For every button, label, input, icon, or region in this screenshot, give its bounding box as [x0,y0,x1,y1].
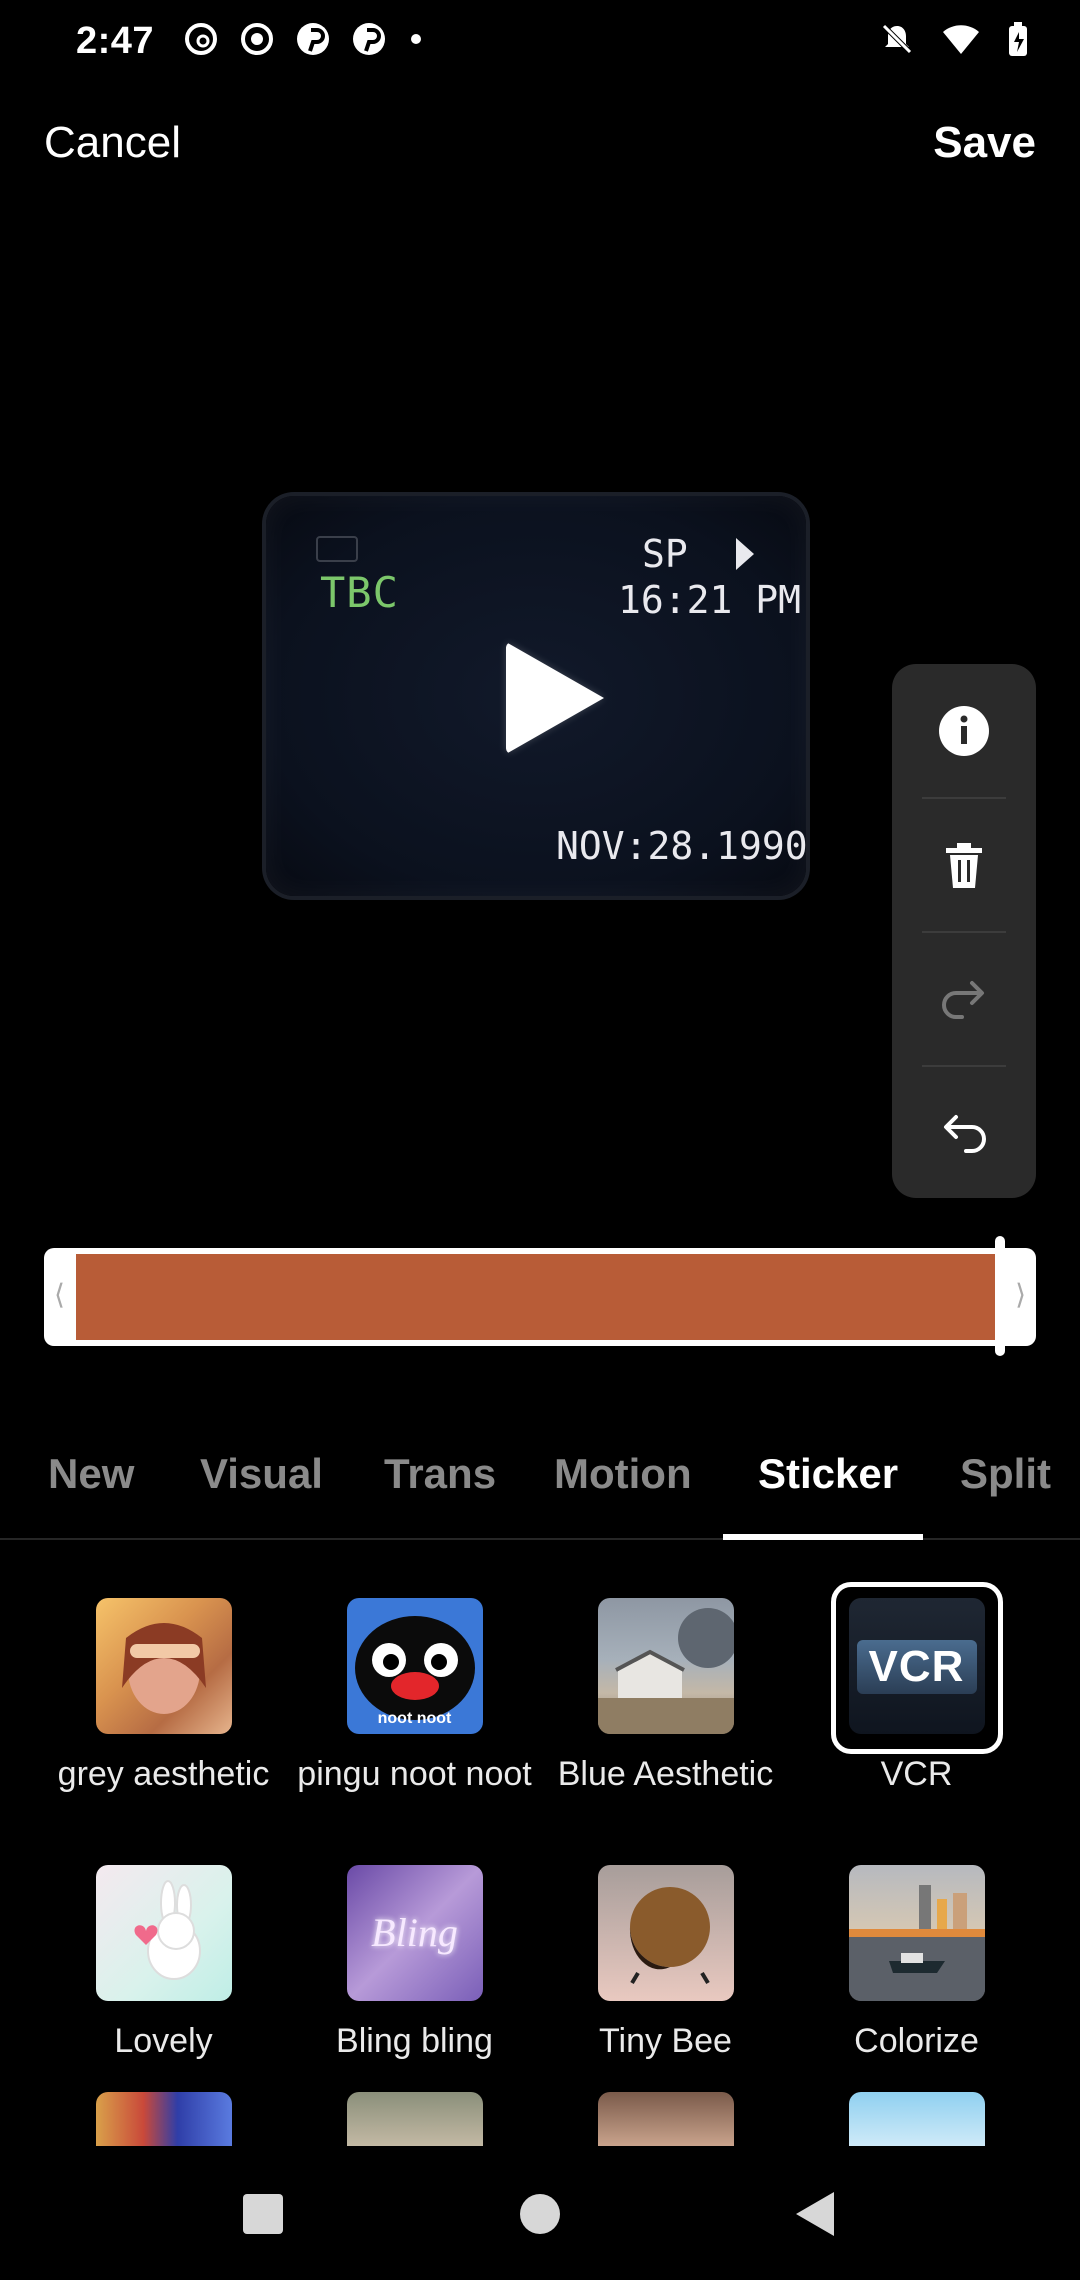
tab-sticker[interactable]: Sticker [758,1450,898,1498]
trim-handle-left[interactable]: ⟨ [54,1278,65,1311]
active-tab-indicator [723,1534,923,1540]
redo-button[interactable] [892,932,1036,1065]
sticker-label: VCR [880,1755,953,1793]
vhs-sp-text: SP [642,532,688,576]
wifi-icon [943,25,979,54]
recents-icon[interactable] [243,2194,283,2234]
cancel-button[interactable]: Cancel [44,118,181,168]
tab-new[interactable]: New [48,1450,134,1498]
bling-thumb-text: Bling [371,1910,458,1955]
sticker-item-grey-aesthetic[interactable]: grey aesthetic [38,1598,289,1794]
sticker-thumb [597,1598,734,1734]
sticker-thumb [597,1865,734,2001]
sticker-item-blue-aesthetic[interactable]: Blue Aesthetic [540,1598,791,1794]
timeline-clip[interactable] [76,1254,1000,1340]
sticker-thumb: noot noot [346,1598,483,1734]
playhead[interactable] [995,1236,1005,1356]
vhs-tbc-text: TBC [320,568,399,617]
status-time: 2:47 [76,20,155,62]
tab-motion[interactable]: Motion [554,1450,692,1498]
status-right-icons [878,20,1030,58]
sticker-label: Blue Aesthetic [557,1755,774,1793]
pinterest-icon [353,23,385,55]
vcr-thumb-text: VCR [868,1642,965,1691]
sticker-item-pingu[interactable]: noot noot pingu noot noot [289,1598,540,1794]
sticker-item-partial[interactable] [598,2092,734,2146]
effects-tabs: New Visual Trans Motion Sticker Split [0,1430,1080,1540]
sticker-thumb [848,1865,985,2001]
info-button[interactable] [892,664,1036,797]
sticker-label: Colorize [854,2022,979,2060]
sticker-label: Lovely [114,2022,213,2060]
tab-trans[interactable]: Trans [384,1450,496,1498]
home-icon[interactable] [520,2194,560,2234]
tool-panel [892,664,1036,1198]
sticker-label: Bling bling [336,2022,493,2060]
sticker-item-colorize[interactable]: Colorize [791,1865,1042,2061]
sticker-item-bling-bling[interactable]: Bling Bling bling [289,1865,540,2061]
sticker-label: pingu noot noot [297,1755,532,1793]
delete-button[interactable] [892,798,1036,931]
save-button[interactable]: Save [933,118,1036,168]
sticker-thumb: Bling [346,1865,483,2001]
back-icon[interactable] [796,2192,834,2236]
sticker-item-vcr[interactable]: VCR VCR [791,1582,1042,1794]
sticker-item-tiny-bee[interactable]: Tiny Bee [540,1865,791,2061]
undo-button[interactable] [892,1066,1036,1199]
sticker-item-partial[interactable] [347,2092,483,2146]
vhs-date-text: NOV:28.1990 [556,824,808,868]
record-icon [241,23,273,55]
dot-icon [411,34,421,44]
pinterest-icon [297,23,329,55]
play-icon[interactable] [506,642,604,754]
info-icon [939,705,989,756]
sticker-thumb [95,1598,232,1734]
trash-icon [946,842,982,888]
sticker-thumb: VCR [848,1598,985,1734]
undo-icon [944,1114,986,1153]
video-preview[interactable]: TBC SP 16:21 PM NOV:28.1990 [262,490,812,910]
sticker-label: grey aesthetic [57,1755,270,1793]
redo-icon [942,980,984,1019]
pingu-thumb-text: noot noot [377,1710,452,1727]
threads-icon [185,23,217,55]
sticker-item-lovely[interactable]: Lovely [38,1865,289,2061]
tab-split[interactable]: Split [960,1450,1051,1498]
battery-charging-icon [1009,22,1027,56]
sticker-label: Tiny Bee [599,2022,732,2060]
trim-handle-right[interactable]: ⟩ [1015,1278,1026,1311]
sticker-item-partial[interactable] [849,2092,985,2146]
sticker-thumb [95,1865,232,2001]
vhs-clock-text: 16:21 PM [618,578,802,622]
sticker-item-partial[interactable] [96,2092,232,2146]
status-left-icons [182,20,426,58]
cassette-icon [316,536,358,562]
tab-visual[interactable]: Visual [200,1450,323,1498]
video-frame: TBC SP 16:21 PM NOV:28.1990 [266,496,808,896]
vhs-play-indicator-icon [736,538,754,570]
notifications-off-icon [882,24,912,54]
timeline-track[interactable]: ⟨ ⟩ [44,1248,1036,1346]
